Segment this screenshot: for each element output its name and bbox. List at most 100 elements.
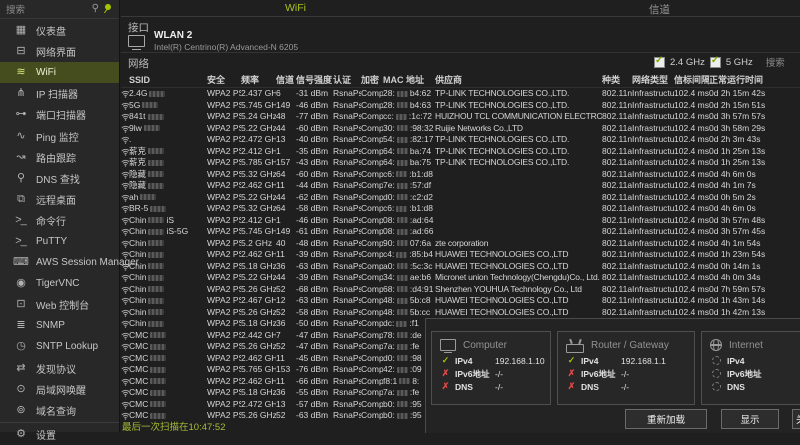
sidebar-item[interactable]: ▦ 仪表盘: [0, 20, 119, 41]
sidebar-item[interactable]: ⌨ AWS Session Manager: [0, 252, 119, 273]
cell-frequency: 2.472 GHz: [241, 134, 276, 146]
wifi-signal-icon: [121, 343, 129, 351]
table-row[interactable]: 隐藏 WPA2 PSK 2.462 GHz 11 -44 dBm RsnaPsk…: [121, 180, 800, 192]
table-row[interactable]: 薪克 WPA2 PSK 2.412 GHz 1 -35 dBm RsnaPsk …: [121, 146, 800, 158]
checkbox-2_4ghz[interactable]: ✓: [654, 57, 665, 68]
table-row[interactable]: ChiniS WPA2 PSK 2.412 GHz 1 -46 dBm Rsna…: [121, 215, 800, 227]
cell-network-type: Infrastructure: [632, 226, 674, 238]
reload-button[interactable]: 重新加载: [625, 409, 707, 429]
cell-ssid: .: [129, 134, 207, 146]
sidebar-item[interactable]: ↝ 路由跟踪: [0, 147, 119, 168]
column-header[interactable]: 信道: [276, 73, 296, 86]
sidebar-item[interactable]: ◉ TigerVNC: [0, 273, 119, 294]
cell-encryption: Comp: [361, 341, 383, 353]
redacted-mac: [396, 252, 407, 258]
sidebar-item[interactable]: ⊚ 域名查询: [0, 400, 119, 421]
table-row[interactable]: BR-5 WPA2 PSK 5.32 GHz 64 -58 dBm RsnaPs…: [121, 203, 800, 215]
networks-search-input[interactable]: 搜索: [766, 55, 785, 69]
column-header[interactable]: 安全: [207, 73, 241, 86]
table-row[interactable]: 薪克 WPA2 PSK 5.785 GHz 157 -43 dBm RsnaPs…: [121, 157, 800, 169]
cell-ssid: BR-5: [129, 203, 207, 215]
sidebar-item[interactable]: ⇄ 发现协议: [0, 358, 119, 379]
tab-bar: WiFi 信道: [121, 0, 800, 17]
table-row[interactable]: Chin WPA2 PSK 2.462 GHz 11 -39 dBm RsnaP…: [121, 249, 800, 261]
cell-security: WPA2 PSK: [207, 134, 241, 146]
cell-signal: -44 dBm: [296, 180, 333, 192]
sidebar-item[interactable]: ≣ SNMP: [0, 315, 119, 336]
sidebar-item[interactable]: ◷ SNTP Lookup: [0, 336, 119, 357]
cell-signal: -35 dBm: [296, 146, 333, 158]
sidebar-item[interactable]: ⊟ 网络界面: [0, 41, 119, 62]
cell-beacon-interval: 102.4 ms: [674, 238, 709, 250]
table-row[interactable]: Chin WPA2 PSK 5.26 GHz 52 -58 dBm RsnaPs…: [121, 307, 800, 319]
table-row[interactable]: Chin WPA2 PSK 2.467 GHz 12 -63 dBm RsnaP…: [121, 295, 800, 307]
column-header[interactable]: 供应商: [435, 73, 602, 86]
close-button[interactable]: 关闭: [792, 409, 800, 429]
sidebar-item[interactable]: ≋ WiFi: [0, 62, 119, 83]
cell-kind: 802.11n: [602, 249, 632, 261]
traceroute-icon: ↝: [12, 152, 29, 163]
table-row[interactable]: Chin WPA2 PSK 5.2 GHz 40 -48 dBm RsnaPsk…: [121, 238, 800, 250]
sidebar-item[interactable]: ⊡ Web 控制台: [0, 294, 119, 315]
tab-channels[interactable]: 信道: [649, 2, 670, 17]
cell-ssid: CMC: [129, 364, 207, 376]
column-header[interactable]: 频率: [241, 73, 276, 86]
sidebar-item[interactable]: >_ 命令行: [0, 210, 119, 231]
cell-beacon-interval: 102.4 ms: [674, 295, 709, 307]
cell-vendor: HUAWEI TECHNOLOGIES CO.,LTD: [435, 261, 602, 273]
cell-uptime: 0d 1h 25m 13s: [709, 146, 800, 158]
cell-channel: 64: [276, 203, 296, 215]
fail-icon: ✗: [440, 382, 451, 391]
column-header[interactable]: MAC 地址: [383, 73, 435, 86]
table-row[interactable]: . WPA2 PSK 2.472 GHz 13 -40 dBm RsnaPsk …: [121, 134, 800, 146]
column-header[interactable]: 网络类型: [632, 73, 674, 86]
column-header[interactable]: 种类: [602, 73, 632, 86]
sidebar-item[interactable]: ⚲ DNS 查找: [0, 168, 119, 189]
column-header[interactable]: 正常运行时间: [709, 73, 800, 86]
cell-frequency: 5.785 GHz: [241, 157, 276, 169]
cell-frequency: 2.472 GHz: [241, 399, 276, 411]
sidebar-item[interactable]: ⧉ 远程桌面: [0, 189, 119, 210]
redacted-mac: [397, 275, 408, 281]
computer-card-title: Computer: [463, 340, 507, 351]
table-row[interactable]: 9lw WPA2 PSK 5.22 GHz 44 -60 dBm RsnaPsk…: [121, 123, 800, 135]
table-row[interactable]: 2.4G WPA2 PSK 2.437 GHz 6 -31 dBm RsnaPs…: [121, 88, 800, 100]
table-row[interactable]: 隐藏 WPA2 PSK 5.32 GHz 64 -60 dBm RsnaPsk …: [121, 169, 800, 181]
sidebar-item[interactable]: ∿ Ping 监控: [0, 125, 119, 146]
cell-security: WPA2 PSK: [207, 203, 241, 215]
show-button[interactable]: 显示: [721, 409, 779, 429]
cell-ssid: 薪克: [129, 146, 207, 158]
column-header[interactable]: 认证: [333, 73, 361, 86]
column-header[interactable]: SSID: [129, 75, 207, 85]
table-row[interactable]: 841t WPA2 PSK 5.24 GHz 48 -77 dBm RsnaPs…: [121, 111, 800, 123]
cell-signal: -47 dBm: [296, 330, 333, 342]
interface-item[interactable]: WLAN 2 Intel(R) Centrino(R) Advanced-N 6…: [128, 30, 298, 52]
wifi-signal-icon: [121, 113, 129, 121]
cell-ssid: ChiniS: [129, 215, 207, 227]
table-row[interactable]: ChiniS-5G WPA2 PSK 5.745 GHz 149 -61 dBm…: [121, 226, 800, 238]
redacted-mac: [397, 390, 408, 396]
table-row[interactable]: Chin WPA2 PSK 5.22 GHz 44 -39 dBm RsnaPs…: [121, 272, 800, 284]
sidebar-item[interactable]: ⊙ 局域网唤醒: [0, 379, 119, 400]
sidebar-item[interactable]: ⊶ 端口扫描器: [0, 104, 119, 125]
cell-security: WPA2 PSK: [207, 238, 241, 250]
table-row[interactable]: Chin WPA2 PSK 5.18 GHz 36 -63 dBm RsnaPs…: [121, 261, 800, 273]
table-row[interactable]: Chin WPA2 PSK 5.26 GHz 52 -68 dBm RsnaPs…: [121, 284, 800, 296]
sidebar-search[interactable]: 搜索 ⚲: [0, 0, 119, 19]
sidebar-item-settings[interactable]: ⚙ 设置: [0, 422, 119, 445]
cell-ssid: 薪克: [129, 157, 207, 169]
sidebar-item[interactable]: ⋔ IP 扫描器: [0, 83, 119, 104]
table-row[interactable]: 5G WPA2 PSK 5.745 GHz 149 -46 dBm RsnaPs…: [121, 100, 800, 112]
fail-icon: ✗: [440, 369, 451, 378]
cell-vendor: HUAWEI TECHNOLOGIES CO.,LTD: [435, 307, 602, 319]
sidebar-item[interactable]: >_ PuTTY: [0, 231, 119, 252]
sidebar-item-label: SNMP: [36, 320, 65, 331]
column-header[interactable]: 信号强度: [296, 73, 333, 86]
cell-signal: -58 dBm: [296, 203, 333, 215]
column-header[interactable]: 信标间隔: [674, 73, 709, 86]
checkbox-5ghz[interactable]: ✓: [710, 57, 721, 68]
table-row[interactable]: ah WPA2 PSK 5.22 GHz 44 -62 dBm RsnaPsk …: [121, 192, 800, 204]
pin-icon[interactable]: [104, 3, 112, 11]
tab-wifi[interactable]: WiFi: [285, 2, 306, 14]
column-header[interactable]: 加密: [361, 73, 383, 86]
